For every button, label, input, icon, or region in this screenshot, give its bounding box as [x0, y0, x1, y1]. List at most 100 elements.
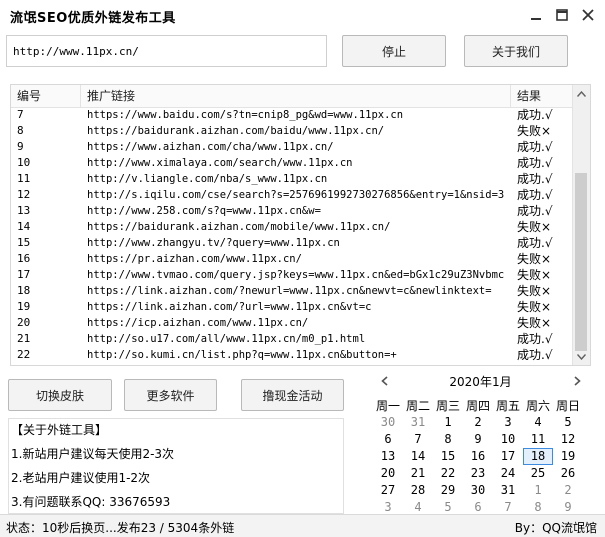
row-link: https://baidurank.aizhan.com/mobile/www.…	[87, 221, 391, 233]
maximize-button[interactable]	[553, 6, 571, 24]
about-button[interactable]: 关于我们	[464, 35, 568, 67]
calendar-day[interactable]: 12	[553, 431, 583, 448]
calendar-day[interactable]: 6	[373, 431, 403, 448]
next-month-icon[interactable]	[568, 372, 586, 390]
calendar-month-title[interactable]: 2020年1月	[423, 373, 538, 390]
row-result: 失败×	[517, 316, 552, 330]
calendar-day[interactable]: 1	[523, 482, 553, 499]
table-header: 编号 推广链接 结果	[11, 85, 574, 108]
minimize-button[interactable]	[527, 6, 545, 24]
row-num: 16	[17, 252, 31, 265]
row-link: https://pr.aizhan.com/www.11px.cn/	[87, 253, 302, 265]
row-num: 20	[17, 316, 31, 329]
calendar-day[interactable]: 4	[523, 414, 553, 431]
table-row[interactable]: 12 http://s.iqilu.com/cse/search?s=257696…	[11, 187, 574, 203]
title-bar: 流氓SEO优质外链发布工具	[0, 0, 605, 30]
calendar-day[interactable]: 7	[403, 431, 433, 448]
calendar-day[interactable]: 1	[433, 414, 463, 431]
weekday-label: 周日	[555, 399, 580, 413]
table-row[interactable]: 13 http://www.258.com/s?q=www.11px.cn&w= 成…	[11, 203, 574, 219]
weekday-label: 周五	[495, 399, 520, 413]
row-num: 18	[17, 284, 31, 297]
calendar-day[interactable]: 23	[463, 465, 493, 482]
row-result: 失败×	[517, 268, 552, 282]
url-input[interactable]	[6, 35, 327, 67]
calendar-day[interactable]: 17	[493, 448, 523, 465]
calendar-day[interactable]: 16	[463, 448, 493, 465]
calendar-day[interactable]: 8	[433, 431, 463, 448]
calendar-day[interactable]: 14	[403, 448, 433, 465]
calendar-day[interactable]: 18	[523, 448, 553, 465]
calendar-day[interactable]: 20	[373, 465, 403, 482]
table-row[interactable]: 10 http://www.ximalaya.com/search/www.11p…	[11, 155, 574, 171]
row-link: https://icp.aizhan.com/www.11px.cn/	[87, 317, 309, 329]
author-credit: By：QQ流氓馆	[514, 521, 597, 535]
row-num: 10	[17, 156, 31, 169]
table-row[interactable]: 11 http://v.liangle.com/nba/s_www.11px.cn…	[11, 171, 574, 187]
calendar-day[interactable]: 24	[493, 465, 523, 482]
row-result: 成功.√	[517, 156, 553, 170]
weekday-label: 周六	[525, 399, 550, 413]
row-result: 失败×	[517, 220, 552, 234]
row-result: 成功.√	[517, 332, 553, 346]
calendar-day[interactable]: 28	[403, 482, 433, 499]
calendar-day[interactable]: 19	[553, 448, 583, 465]
calendar-day[interactable]: 26	[553, 465, 583, 482]
calendar-day[interactable]: 29	[433, 482, 463, 499]
table-row[interactable]: 20 https://icp.aizhan.com/www.11px.cn/失败×	[11, 315, 574, 331]
calendar-day[interactable]: 15	[433, 448, 463, 465]
header-result[interactable]: 结果	[511, 85, 574, 107]
table-row[interactable]: 15 http://www.zhangyu.tv/?query=www.11px.…	[11, 235, 574, 251]
table-row[interactable]: 18 https://link.aizhan.com/?newurl=www.11…	[11, 283, 574, 299]
scroll-thumb[interactable]	[575, 173, 587, 351]
table-row[interactable]: 17 http://www.tvmao.com/query.jsp?keys=ww…	[11, 267, 574, 283]
minimize-icon	[531, 18, 541, 20]
calendar-day[interactable]: 31	[403, 414, 433, 431]
table-row[interactable]: 14 https://baidurank.aizhan.com/mobile/ww…	[11, 219, 574, 235]
table-row[interactable]: 21 http://so.u17.com/all/www.11px.cn/m0_p…	[11, 331, 574, 347]
cash-activity-button[interactable]: 撸现金活动	[241, 379, 344, 411]
calendar-day[interactable]: 22	[433, 465, 463, 482]
calendar-day[interactable]: 2	[553, 482, 583, 499]
calendar-day[interactable]: 5	[553, 414, 583, 431]
table-row[interactable]: 9 https://www.aizhan.com/cha/www.11px.cn/…	[11, 139, 574, 155]
row-num: 14	[17, 220, 31, 233]
switch-skin-button[interactable]: 切换皮肤	[8, 379, 112, 411]
table-scrollbar[interactable]	[572, 85, 590, 365]
table-row[interactable]: 8 https://baidurank.aizhan.com/baidu/www.…	[11, 123, 574, 139]
row-num: 9	[17, 140, 24, 153]
row-link: http://www.zhangyu.tv/?query=www.11px.cn	[87, 237, 340, 249]
stop-button[interactable]: 停止	[342, 35, 446, 67]
scroll-up-icon[interactable]	[573, 85, 590, 102]
calendar-day[interactable]: 3	[493, 414, 523, 431]
calendar-day[interactable]: 11	[523, 431, 553, 448]
calendar-day[interactable]: 30	[463, 482, 493, 499]
calendar-day[interactable]: 2	[463, 414, 493, 431]
calendar-day[interactable]: 27	[373, 482, 403, 499]
table-row[interactable]: 19 https://link.aizhan.com/?url=www.11px.…	[11, 299, 574, 315]
scroll-down-icon[interactable]	[573, 348, 590, 365]
calendar-day[interactable]: 21	[403, 465, 433, 482]
more-software-button[interactable]: 更多软件	[124, 379, 217, 411]
row-link: http://s.iqilu.com/cse/search?s=25769619…	[87, 189, 505, 201]
table-row[interactable]: 16 https://pr.aizhan.com/www.11px.cn/失败×	[11, 251, 574, 267]
calendar-day[interactable]: 25	[523, 465, 553, 482]
header-num[interactable]: 编号	[11, 85, 81, 107]
calendar-day[interactable]: 30	[373, 414, 403, 431]
calendar-day[interactable]: 9	[463, 431, 493, 448]
table-row[interactable]: 22 http://so.kumi.cn/list.php?q=www.11px.…	[11, 347, 574, 363]
row-result: 成功.√	[517, 348, 553, 362]
calendar-day[interactable]: 13	[373, 448, 403, 465]
header-link[interactable]: 推广链接	[81, 85, 511, 107]
table-row[interactable]: 7 https://www.baidu.com/s?tn=cnip8_pg&wd=…	[11, 107, 574, 123]
link-table[interactable]: 编号 推广链接 结果 7 https://www.baidu.com/s?tn=c…	[10, 84, 591, 366]
calendar-day[interactable]: 10	[493, 431, 523, 448]
row-result: 失败×	[517, 124, 552, 138]
calendar-day[interactable]: 31	[493, 482, 523, 499]
row-link: http://www.ximalaya.com/search/www.11px.…	[87, 157, 353, 169]
row-num: 17	[17, 268, 31, 281]
weekday-label: 周四	[465, 399, 490, 413]
status-text: 状态：10秒后换页...发布23 / 5304条外链	[6, 521, 235, 535]
prev-month-icon[interactable]	[375, 372, 393, 390]
close-button[interactable]	[579, 6, 597, 24]
